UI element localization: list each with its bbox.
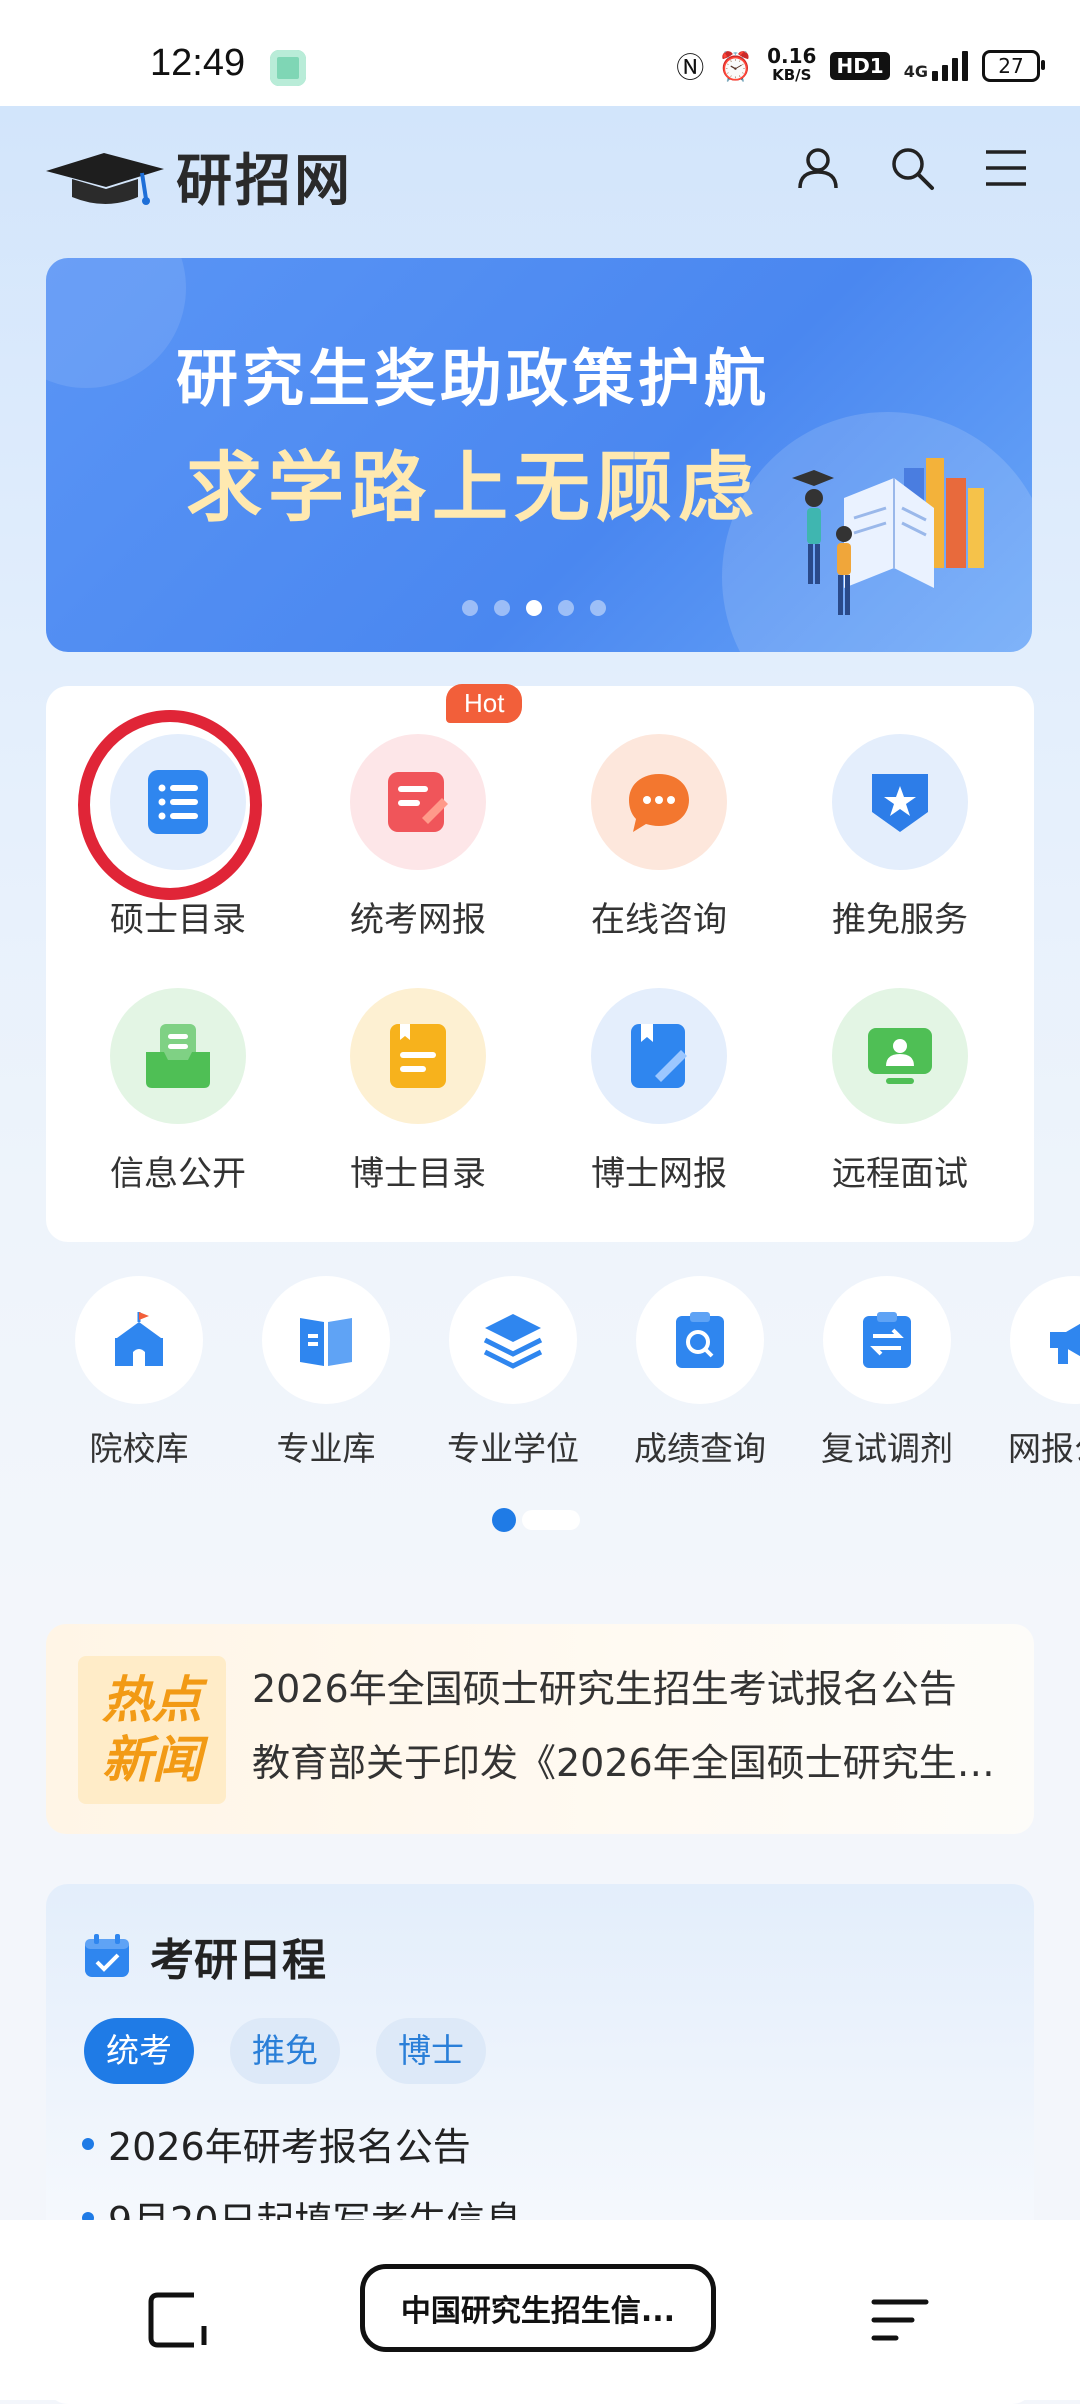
pager-dot-active[interactable] [492, 1508, 516, 1532]
grid-item-label: 博士网报 [591, 1154, 727, 1194]
grid-item-label: 远程面试 [832, 1154, 968, 1194]
graduation-cap-icon [46, 152, 164, 205]
quick-item-major-library[interactable]: 专业库 [233, 1276, 419, 1470]
site-header: 研招网 [0, 106, 1080, 236]
status-icons: Ⓝ ⏰ 0.16 KB/S HD1 4G 27 [676, 44, 1045, 88]
grid-item-remote-interview[interactable]: 远程面试 [800, 988, 1000, 1195]
quick-item-label: 专业库 [276, 1429, 376, 1468]
layers-icon [449, 1276, 577, 1404]
banner-dot[interactable] [558, 600, 574, 616]
banner-subheadline: 求学路上无顾虑 [186, 443, 760, 532]
banner-dot[interactable] [494, 600, 510, 616]
grid-item-doctoral-catalog[interactable]: 博士目录 [318, 988, 518, 1195]
students-books-illustration [792, 458, 984, 615]
calendar-check-icon [85, 1934, 129, 1977]
banner-dot-active[interactable] [526, 600, 542, 616]
schedule-title: 考研日程 [150, 1935, 326, 1986]
signal-icon: 4G [904, 51, 968, 81]
tab-recommendation[interactable]: 推免 [230, 2018, 340, 2084]
grid-item-online-consult[interactable]: 在线咨询 [559, 734, 759, 941]
quick-item-label: 院校库 [89, 1429, 189, 1468]
grid-item-recommendation-service[interactable]: 推免服务 [800, 734, 1000, 941]
banner-decoration [46, 258, 186, 388]
hot-news-badge-line2: 新闻 [102, 1731, 202, 1789]
grid-item-label: 博士目录 [350, 1154, 486, 1194]
quick-links-pagination[interactable] [492, 1508, 580, 1532]
quick-item-label: 专业学位 [447, 1429, 579, 1468]
book-icon [262, 1276, 390, 1404]
clipboard-search-icon [636, 1276, 764, 1404]
banner-dot[interactable] [462, 600, 478, 616]
menu-lines-icon[interactable] [870, 2292, 930, 2348]
site-logo[interactable]: 研招网 [46, 136, 353, 217]
clipboard-swap-icon [823, 1276, 951, 1404]
browser-bottom-bar: 中国研究生招生信... [0, 2220, 1080, 2400]
hot-news-card: 热点 新闻 2026年全国硕士研究生招生考试报名公告 教育部关于印发《2026年… [46, 1624, 1034, 1834]
promo-banner[interactable]: 研究生奖助政策护航 求学路上无顾虑 [46, 258, 1032, 652]
banner-headline: 研究生奖助政策护航 [176, 342, 771, 415]
hot-news-badge: 热点 新闻 [78, 1656, 226, 1804]
inbox-icon [110, 988, 246, 1124]
network-speed-unit: KB/S [772, 66, 812, 84]
signal-bars [932, 51, 968, 81]
status-time: 12:49 [150, 42, 246, 84]
quick-item-label: 复试调剂 [821, 1429, 953, 1468]
edit-note-icon [350, 734, 486, 870]
status-bar: 12:49 Ⓝ ⏰ 0.16 KB/S HD1 4G 27 [0, 0, 1080, 106]
banner-dot[interactable] [590, 600, 606, 616]
book-pen-icon [591, 988, 727, 1124]
news-item[interactable]: 2026年全国硕士研究生招生考试报名公告 [252, 1652, 1012, 1726]
current-page-title-button[interactable]: 中国研究生招生信... [360, 2264, 716, 2352]
app-notification-icon [270, 50, 306, 86]
bullet-dot [82, 2137, 94, 2150]
grid-item-label: 推免服务 [832, 900, 968, 940]
quick-item-score-query[interactable]: 成绩查询 [607, 1276, 793, 1470]
schedule-tabs: 统考 推免 博士 [84, 2018, 486, 2084]
battery-icon: 27 [982, 50, 1045, 82]
network-speed: 0.16 KB/S [767, 44, 817, 85]
quick-item-professional-degree[interactable]: 专业学位 [420, 1276, 606, 1470]
logo-text: 研招网 [176, 148, 353, 214]
signal-label: 4G [903, 62, 928, 81]
star-badge-icon [832, 734, 968, 870]
quick-item-label: 网报公告 [1008, 1429, 1080, 1468]
banner-pagination[interactable] [462, 600, 606, 616]
grid-item-label: 统考网报 [350, 900, 486, 940]
network-speed-value: 0.16 [767, 44, 817, 68]
tabs-icon[interactable] [148, 2292, 210, 2348]
megaphone-icon [1010, 1276, 1080, 1404]
hot-badge: Hot [446, 684, 523, 723]
news-list: 2026年全国硕士研究生招生考试报名公告 教育部关于印发《2026年全国硕士研究… [252, 1652, 1012, 1800]
notebook-icon [350, 988, 486, 1124]
quick-item-retest-adjustment[interactable]: 复试调剂 [794, 1276, 980, 1470]
alarm-icon: ⏰ [718, 50, 754, 82]
grid-item-label: 信息公开 [110, 1154, 246, 1194]
menu-icon[interactable] [982, 144, 1030, 192]
news-item[interactable]: 教育部关于印发《2026年全国硕士研究生招生工作管理规定》的通知 [252, 1726, 1012, 1800]
grid-item-label: 在线咨询 [591, 900, 727, 940]
quick-item-registration-notice[interactable]: 网报公告 [981, 1276, 1080, 1470]
highlight-circle-annotation [78, 710, 262, 900]
grid-item-unified-exam-registration[interactable]: 统考网报 [318, 734, 518, 941]
school-icon [75, 1276, 203, 1404]
user-icon[interactable] [794, 144, 842, 192]
header-actions [794, 144, 1030, 192]
tab-unified-exam[interactable]: 统考 [84, 2018, 194, 2084]
quick-links-row: 院校库 专业库 专业学位 成绩查询 复试调剂 网报 [0, 1276, 1080, 1476]
schedule-item[interactable]: 2026年研考报名公告 [82, 2116, 471, 2171]
pager-dot[interactable] [522, 1510, 580, 1530]
schedule-header: 考研日程 [82, 1924, 326, 1988]
nfc-icon: Ⓝ [676, 52, 705, 83]
grid-item-doctoral-registration[interactable]: 博士网报 [559, 988, 759, 1195]
schedule-item-text: 2026年研考报名公告 [108, 2125, 471, 2169]
quick-item-school-library[interactable]: 院校库 [46, 1276, 232, 1470]
search-icon[interactable] [888, 144, 936, 192]
hot-news-badge-line1: 热点 [102, 1671, 202, 1729]
video-monitor-icon [832, 988, 968, 1124]
hd-badge: HD1 [830, 52, 890, 80]
chat-bubble-icon [591, 734, 727, 870]
quick-item-label: 成绩查询 [634, 1429, 766, 1468]
grid-item-info-disclosure[interactable]: 信息公开 [78, 988, 278, 1195]
tab-doctoral[interactable]: 博士 [376, 2018, 486, 2084]
